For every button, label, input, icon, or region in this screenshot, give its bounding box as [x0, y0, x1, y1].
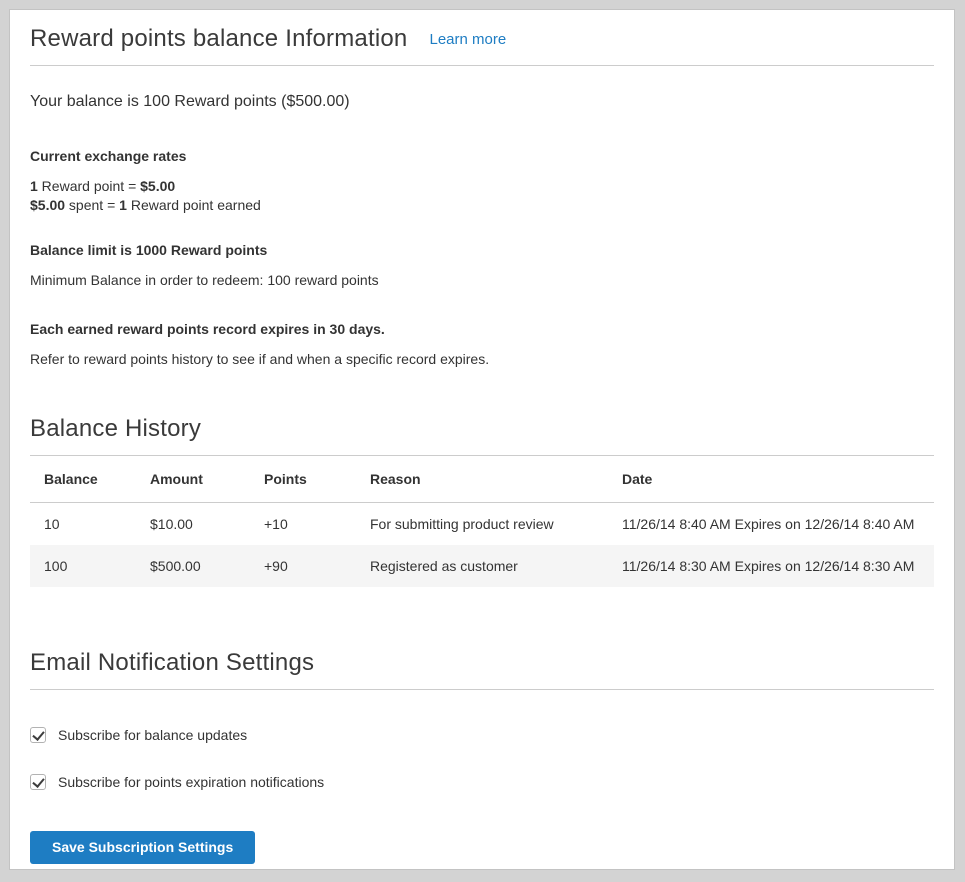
table-row: 100 $500.00 +90 Registered as customer 1… [30, 545, 934, 587]
rate2-amount: $5.00 [30, 197, 65, 213]
balance-updates-option: Subscribe for balance updates [30, 727, 934, 743]
balance-summary: Your balance is 100 Reward points ($500.… [30, 93, 934, 111]
exchange-rate-line-1: 1 Reward point = $5.00 [30, 177, 934, 196]
column-header-reason: Reason [356, 456, 608, 503]
cell-points: +10 [250, 503, 356, 546]
learn-more-link[interactable]: Learn more [429, 31, 506, 48]
column-header-balance: Balance [30, 456, 136, 503]
card-content: Reward points balance Information Learn … [10, 25, 954, 864]
expiry-note-text: Refer to reward points history to see if… [30, 350, 934, 369]
email-settings-heading: Email Notification Settings [30, 649, 934, 677]
page-title: Reward points balance Information [30, 25, 407, 53]
rate1-points: 1 [30, 178, 38, 194]
cell-reason: For submitting product review [356, 503, 608, 546]
rate1-amount: $5.00 [140, 178, 175, 194]
exchange-rate-line-2: $5.00 spent = 1 Reward point earned [30, 196, 934, 215]
minimum-redeem-text: Minimum Balance in order to redeem: 100 … [30, 271, 934, 290]
cell-amount: $500.00 [136, 545, 250, 587]
balance-updates-checkbox[interactable] [30, 727, 46, 743]
cell-reason: Registered as customer [356, 545, 608, 587]
balance-limit-label: Balance limit is 1000 Reward points [30, 242, 934, 258]
rate2-points: 1 [119, 197, 127, 213]
exchange-rates-heading: Current exchange rates [30, 148, 934, 164]
balance-history-table: Balance Amount Points Reason Date 10 $10… [30, 455, 934, 587]
cell-amount: $10.00 [136, 503, 250, 546]
column-header-points: Points [250, 456, 356, 503]
expiry-rule-label: Each earned reward points record expires… [30, 321, 934, 337]
page-header: Reward points balance Information Learn … [30, 25, 934, 53]
cell-date: 11/26/14 8:40 AM Expires on 12/26/14 8:4… [608, 503, 934, 546]
reward-points-card: Reward points balance Information Learn … [9, 9, 955, 870]
column-header-amount: Amount [136, 456, 250, 503]
balance-updates-label[interactable]: Subscribe for balance updates [58, 727, 247, 743]
expiration-notifications-label[interactable]: Subscribe for points expiration notifica… [58, 774, 324, 790]
balance-history-heading: Balance History [30, 415, 934, 443]
expiration-notifications-option: Subscribe for points expiration notifica… [30, 774, 934, 790]
save-subscription-button[interactable]: Save Subscription Settings [30, 831, 255, 864]
cell-balance: 10 [30, 503, 136, 546]
header-divider [30, 65, 934, 66]
cell-balance: 100 [30, 545, 136, 587]
expiration-notifications-checkbox[interactable] [30, 774, 46, 790]
cell-date: 11/26/14 8:30 AM Expires on 12/26/14 8:3… [608, 545, 934, 587]
column-header-date: Date [608, 456, 934, 503]
table-header-row: Balance Amount Points Reason Date [30, 456, 934, 503]
email-settings-divider [30, 689, 934, 690]
cell-points: +90 [250, 545, 356, 587]
table-row: 10 $10.00 +10 For submitting product rev… [30, 503, 934, 546]
